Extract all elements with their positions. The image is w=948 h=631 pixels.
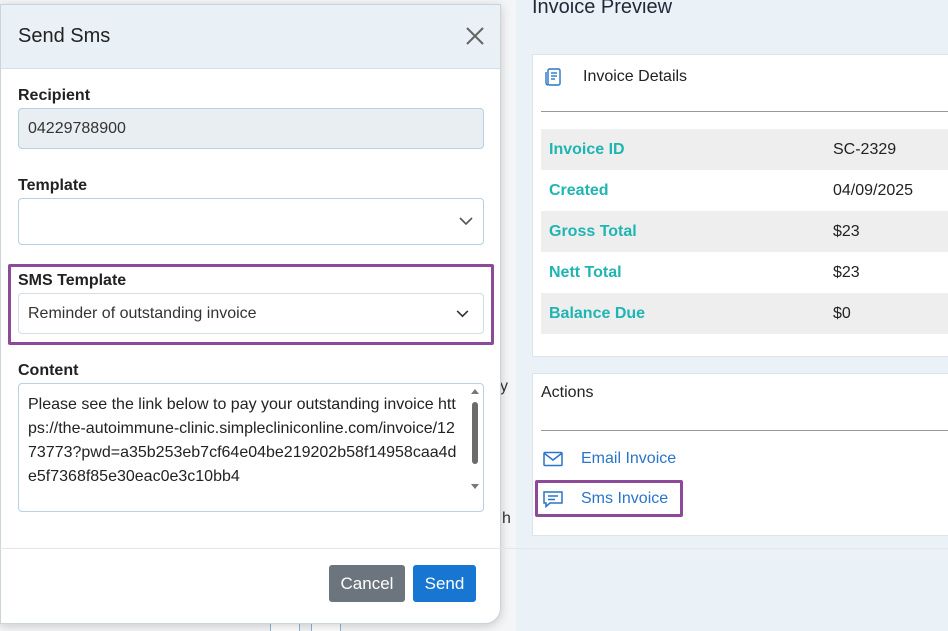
chevron-down-icon: [456, 305, 469, 323]
detail-value: $23: [833, 222, 860, 240]
cancel-button[interactable]: Cancel: [329, 565, 405, 602]
detail-key: Nett Total: [549, 263, 622, 281]
divider: [541, 111, 948, 112]
content-textarea[interactable]: Please see the link below to pay your ou…: [18, 383, 484, 512]
detail-row: Created 04/09/2025: [541, 170, 948, 211]
send-button[interactable]: Send: [413, 565, 476, 602]
detail-row: Nett Total $23: [541, 252, 948, 293]
recipient-input[interactable]: 04229788900: [18, 108, 484, 149]
sms-template-value: Reminder of outstanding invoice: [28, 304, 257, 322]
sms-template-label: SMS Template: [18, 272, 127, 289]
detail-row: Balance Due $0: [541, 293, 948, 334]
modal-title: Send Sms: [18, 25, 111, 47]
detail-key: Gross Total: [549, 222, 637, 240]
detail-value: $23: [833, 263, 860, 281]
actions-title: Actions: [541, 384, 594, 401]
content-label: Content: [18, 362, 79, 379]
template-label: Template: [18, 177, 88, 194]
recipient-value: 04229788900: [28, 119, 126, 137]
scroll-down-icon[interactable]: [471, 484, 479, 490]
envelope-icon: [541, 451, 565, 467]
template-select[interactable]: [18, 198, 484, 245]
close-icon[interactable]: [464, 25, 486, 47]
email-invoice-label[interactable]: Email Invoice: [581, 450, 676, 468]
background-text-fragment: y: [500, 378, 508, 395]
divider: [541, 430, 948, 431]
invoice-details-title: Invoice Details: [583, 68, 688, 85]
content-scrollbar[interactable]: [470, 388, 480, 498]
chevron-down-icon: [459, 213, 473, 231]
background-text-fragment: h: [502, 510, 511, 527]
detail-row: Invoice ID SC-2329: [541, 129, 948, 170]
modal-footer-divider: [0, 548, 948, 549]
detail-key: Invoice ID: [549, 140, 625, 158]
detail-value: 04/09/2025: [833, 181, 914, 199]
recipient-label: Recipient: [18, 87, 91, 104]
detail-value: SC-2329: [833, 140, 897, 158]
invoice-details-card: Invoice Details Invoice ID SC-2329 Creat…: [532, 54, 948, 357]
detail-key: Balance Due: [549, 304, 646, 322]
document-icon: [543, 66, 565, 88]
detail-value: $0: [833, 304, 851, 322]
sms-template-select[interactable]: Reminder of outstanding invoice: [18, 293, 484, 334]
scroll-thumb[interactable]: [472, 402, 478, 464]
detail-key: Created: [549, 181, 609, 199]
highlight-sms-invoice: [535, 480, 683, 517]
detail-row: Gross Total $23: [541, 211, 948, 252]
content-value: Please see the link below to pay your ou…: [28, 396, 457, 485]
invoice-details-header: Invoice Details: [533, 55, 948, 99]
scroll-up-icon[interactable]: [471, 388, 479, 394]
modal-header: Send Sms: [1, 5, 500, 69]
invoice-details-table: Invoice ID SC-2329 Created 04/09/2025 Gr…: [541, 129, 948, 334]
page-title: Invoice Preview: [532, 0, 673, 18]
email-invoice-link[interactable]: Email Invoice: [541, 450, 676, 468]
